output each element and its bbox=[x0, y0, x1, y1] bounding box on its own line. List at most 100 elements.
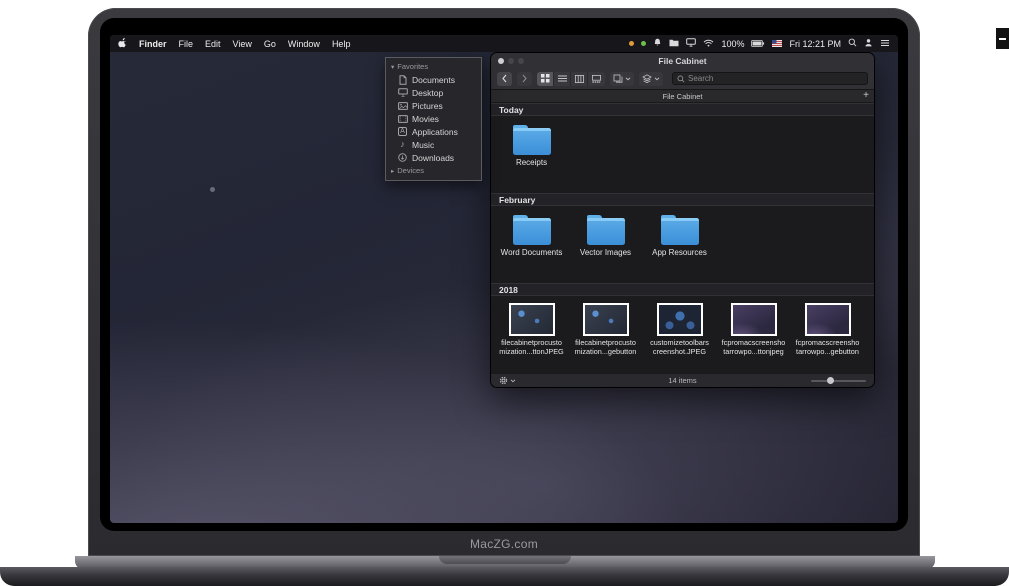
sidebar-item-downloads[interactable]: Downloads bbox=[386, 151, 481, 164]
battery-icon[interactable] bbox=[751, 39, 765, 49]
file-item[interactable]: customizetoolbars creenshot.JPEG bbox=[644, 303, 715, 357]
screen-bezel: Finder File Edit View Go Window Help bbox=[100, 18, 908, 531]
new-tab-button[interactable]: + bbox=[863, 90, 869, 103]
sidebar-item-desktop[interactable]: Desktop bbox=[386, 86, 481, 99]
window-titlebar[interactable]: File Cabinet bbox=[491, 53, 874, 68]
folder-icon bbox=[661, 218, 699, 245]
icon-size-slider[interactable] bbox=[811, 376, 866, 386]
favorites-header[interactable]: ▾ Favorites bbox=[386, 60, 481, 73]
file-label: filecabinetprocusto mization...ttonJPEG bbox=[499, 339, 563, 357]
forward-button[interactable] bbox=[517, 72, 532, 86]
stacked-squares-icon bbox=[613, 74, 623, 83]
action-button[interactable] bbox=[639, 72, 663, 86]
us-flag-icon[interactable] bbox=[772, 39, 782, 49]
laptop-chin: MacZG.com bbox=[100, 531, 908, 556]
devices-label: Devices bbox=[397, 166, 424, 175]
search-icon bbox=[677, 75, 685, 83]
menu-item-file[interactable]: File bbox=[179, 39, 194, 49]
slider-knob[interactable] bbox=[827, 377, 834, 384]
list-icon bbox=[558, 75, 567, 83]
image-thumbnail bbox=[583, 303, 629, 336]
file-item[interactable]: fcpromacscreensho tarrowpo...ttonjpeg bbox=[718, 303, 789, 357]
file-item[interactable]: filecabinetprocusto mization...ttonJPEG bbox=[496, 303, 567, 357]
sidebar-item-documents[interactable]: Documents bbox=[386, 73, 481, 86]
sidebar-item-pictures[interactable]: Pictures bbox=[386, 99, 481, 112]
bell-icon[interactable] bbox=[653, 38, 662, 49]
sidebar-item-music[interactable]: ♪ Music bbox=[386, 138, 481, 151]
folder-label: Word Documents bbox=[501, 248, 563, 257]
menu-bar-clock[interactable]: Fri 12:21 PM bbox=[789, 39, 841, 49]
chevron-left-icon bbox=[501, 74, 508, 83]
window-content: Today Receipts February Word Documents bbox=[491, 103, 874, 373]
gallery-view-button[interactable] bbox=[588, 72, 605, 86]
desktop: Finder File Edit View Go Window Help bbox=[110, 35, 898, 523]
moon-dot bbox=[210, 187, 215, 192]
section-header-today: Today bbox=[491, 103, 874, 116]
sidebar-item-movies[interactable]: Movies bbox=[386, 112, 481, 125]
menu-item-help[interactable]: Help bbox=[332, 39, 351, 49]
sidebar-popover: ▾ Favorites Documents Desktop Pictures bbox=[385, 57, 482, 181]
grid-icon bbox=[541, 74, 550, 83]
tab-file-cabinet[interactable]: File Cabinet bbox=[662, 92, 702, 101]
search-input[interactable] bbox=[688, 74, 863, 83]
sidebar-item-label: Downloads bbox=[412, 153, 454, 163]
sidebar-item-applications[interactable]: A Applications bbox=[386, 125, 481, 138]
column-view-button[interactable] bbox=[571, 72, 588, 86]
icon-view-button[interactable] bbox=[537, 72, 554, 86]
minimize-button[interactable] bbox=[508, 58, 514, 64]
tab-bar: File Cabinet + bbox=[491, 90, 874, 103]
document-icon bbox=[397, 75, 408, 85]
menu-item-window[interactable]: Window bbox=[288, 39, 320, 49]
group-by-button[interactable] bbox=[610, 72, 634, 86]
list-view-button[interactable] bbox=[554, 72, 571, 86]
disclosure-right-icon[interactable]: ▸ bbox=[391, 167, 394, 175]
menu-bar: Finder File Edit View Go Window Help bbox=[110, 35, 898, 52]
folder-vector-images[interactable]: Vector Images bbox=[570, 213, 641, 257]
sidebar-item-label: Documents bbox=[412, 75, 455, 85]
wifi-icon[interactable] bbox=[703, 39, 714, 49]
finder-window: File Cabinet bbox=[490, 52, 875, 388]
laptop-base bbox=[0, 567, 1009, 586]
image-thumbnail bbox=[731, 303, 777, 336]
section-header-february: February bbox=[491, 193, 874, 206]
sidebar-item-label: Pictures bbox=[412, 101, 443, 111]
menu-item-finder[interactable]: Finder bbox=[139, 39, 167, 49]
display-icon[interactable] bbox=[686, 38, 696, 49]
window-title: File Cabinet bbox=[658, 56, 706, 66]
folder-word-documents[interactable]: Word Documents bbox=[496, 213, 567, 257]
file-label: customizetoolbars creenshot.JPEG bbox=[650, 339, 709, 357]
folder-app-resources[interactable]: App Resources bbox=[644, 213, 715, 257]
section-header-2018: 2018 bbox=[491, 283, 874, 296]
file-item[interactable]: fcpromacscreensho tarrowpo...gebutton bbox=[792, 303, 863, 357]
orange-dot-icon[interactable] bbox=[629, 41, 634, 46]
chevron-down-icon bbox=[654, 77, 660, 81]
zoom-button[interactable] bbox=[518, 58, 524, 64]
folder-icon[interactable] bbox=[669, 39, 679, 49]
disclosure-down-icon[interactable]: ▾ bbox=[391, 63, 394, 71]
devices-header[interactable]: ▸ Devices bbox=[386, 164, 481, 177]
green-dot-icon[interactable] bbox=[641, 41, 646, 46]
search-field[interactable] bbox=[672, 72, 868, 85]
close-button[interactable] bbox=[498, 58, 504, 64]
battery-percent: 100% bbox=[721, 39, 744, 49]
menu-item-view[interactable]: View bbox=[233, 39, 252, 49]
user-icon[interactable] bbox=[864, 38, 873, 49]
downloads-icon bbox=[397, 153, 408, 162]
menu-item-go[interactable]: Go bbox=[264, 39, 276, 49]
pictures-icon bbox=[397, 102, 408, 110]
search-icon[interactable] bbox=[848, 38, 857, 49]
folder-icon bbox=[513, 218, 551, 245]
folder-icon bbox=[587, 218, 625, 245]
file-label: filecabinetprocusto mization...gebutton bbox=[575, 339, 637, 357]
movies-icon bbox=[397, 115, 408, 123]
menu-item-edit[interactable]: Edit bbox=[205, 39, 221, 49]
folder-receipts[interactable]: Receipts bbox=[496, 123, 567, 167]
sidebar-item-label: Music bbox=[412, 140, 434, 150]
sidebar-item-label: Movies bbox=[412, 114, 439, 124]
section-today-row: Receipts bbox=[491, 116, 874, 193]
back-button[interactable] bbox=[497, 72, 512, 86]
menu-list-icon[interactable] bbox=[880, 39, 890, 49]
laptop-frame: Finder File Edit View Go Window Help bbox=[88, 8, 920, 556]
apple-icon[interactable] bbox=[118, 37, 127, 50]
file-item[interactable]: filecabinetprocusto mization...gebutton bbox=[570, 303, 641, 357]
